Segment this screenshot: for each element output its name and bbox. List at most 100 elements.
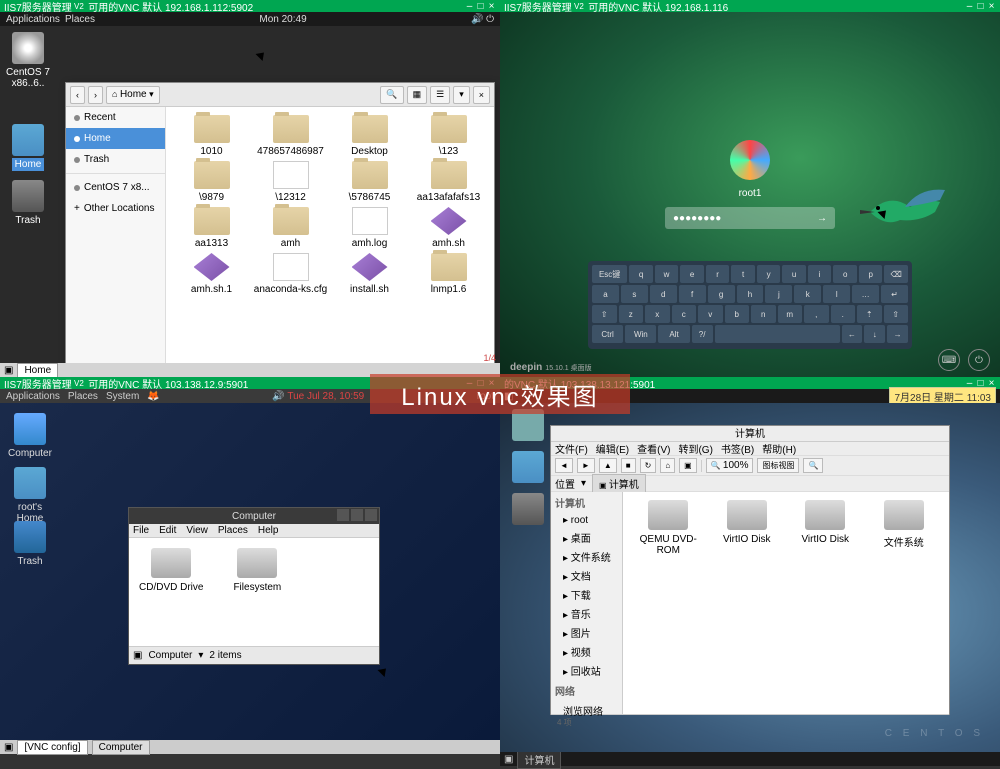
- key[interactable]: o: [833, 265, 857, 283]
- close-btn[interactable]: ×: [987, 2, 996, 11]
- min-btn[interactable]: –: [465, 2, 474, 11]
- max-btn[interactable]: □: [476, 2, 485, 11]
- key[interactable]: h: [737, 285, 764, 303]
- key[interactable]: …: [852, 285, 879, 303]
- key[interactable]: z: [619, 305, 644, 323]
- search-btn[interactable]: 🔍: [803, 458, 823, 473]
- key[interactable]: l: [823, 285, 850, 303]
- desktop-home[interactable]: [506, 451, 550, 486]
- menu-item[interactable]: 查看(V): [637, 441, 670, 456]
- file-item[interactable]: \123: [411, 115, 486, 157]
- power-icon[interactable]: ⏻: [968, 349, 990, 371]
- menu-applications[interactable]: Applications: [6, 14, 60, 25]
- menu-item[interactable]: Help: [258, 525, 279, 536]
- file-item[interactable]: \5786745: [332, 161, 407, 203]
- key[interactable]: ⇧: [592, 305, 617, 323]
- files-close-btn[interactable]: ×: [473, 86, 490, 104]
- sidebar-recent[interactable]: Recent: [66, 107, 165, 128]
- key[interactable]: Esc键: [592, 265, 627, 283]
- file-item[interactable]: install.sh: [332, 253, 407, 295]
- drive-item[interactable]: 文件系统: [867, 500, 942, 556]
- file-item[interactable]: \12312: [253, 161, 328, 203]
- key[interactable]: [715, 325, 840, 343]
- back-btn[interactable]: ◄: [555, 458, 573, 473]
- menu-item[interactable]: 编辑(E): [596, 441, 629, 456]
- volume-icon[interactable]: 🔊: [471, 14, 483, 25]
- sidebar-item[interactable]: ▸ root: [551, 513, 622, 528]
- sidebar-home[interactable]: Home: [66, 128, 165, 149]
- key[interactable]: v: [698, 305, 723, 323]
- sidebar-item[interactable]: ▸ 文档: [551, 566, 622, 585]
- menu-item[interactable]: View: [186, 525, 208, 536]
- drive-item[interactable]: VirtIO Disk: [710, 500, 785, 556]
- max-btn[interactable]: □: [976, 2, 985, 11]
- key[interactable]: b: [725, 305, 750, 323]
- desktop-home-icon[interactable]: Home: [6, 124, 50, 170]
- path-home-btn[interactable]: ⌂ Home ▾: [106, 86, 160, 104]
- win-close-btn[interactable]: [365, 509, 377, 521]
- menu-item[interactable]: Places: [218, 525, 248, 536]
- taskbar-computer[interactable]: Computer: [92, 740, 150, 755]
- desktop-cd-icon[interactable]: CentOS 7 x86..6..: [6, 32, 50, 89]
- cd-dvd-drive[interactable]: CD/DVD Drive: [139, 548, 203, 636]
- sidebar-item[interactable]: ▸ 视频: [551, 642, 622, 661]
- desktop-computer[interactable]: [506, 409, 550, 444]
- menu-applications[interactable]: Applications: [6, 391, 60, 402]
- key[interactable]: ←: [842, 325, 863, 343]
- sidebar-item[interactable]: ▸ 桌面: [551, 528, 622, 547]
- key[interactable]: Alt: [658, 325, 689, 343]
- file-item[interactable]: amh: [253, 207, 328, 249]
- menu-item[interactable]: Edit: [159, 525, 176, 536]
- key[interactable]: Ctrl: [592, 325, 623, 343]
- file-item[interactable]: amh.sh.1: [174, 253, 249, 295]
- menu-item[interactable]: 帮助(H): [762, 441, 796, 456]
- sidebar-item[interactable]: ▸ 文件系统: [551, 547, 622, 566]
- file-item[interactable]: aa1313: [174, 207, 249, 249]
- menu-system[interactable]: System: [106, 391, 139, 402]
- menu-item[interactable]: 文件(F): [555, 441, 588, 456]
- desktop-trash-icon[interactable]: Trash: [8, 521, 52, 567]
- computer-btn[interactable]: ▣: [679, 458, 697, 473]
- key[interactable]: ⇧: [884, 305, 909, 323]
- user-avatar[interactable]: [730, 140, 770, 180]
- desktop-trash-icon[interactable]: Trash: [6, 180, 50, 226]
- min-btn[interactable]: –: [965, 2, 974, 11]
- fwd-btn[interactable]: ›: [88, 86, 103, 104]
- key[interactable]: t: [731, 265, 755, 283]
- key[interactable]: ↵: [881, 285, 908, 303]
- win-min-btn[interactable]: [337, 509, 349, 521]
- file-item[interactable]: \9879: [174, 161, 249, 203]
- file-item[interactable]: lnmp1.6: [411, 253, 486, 295]
- file-item[interactable]: anaconda-ks.cfg: [253, 253, 328, 295]
- key[interactable]: x: [645, 305, 670, 323]
- key[interactable]: y: [757, 265, 781, 283]
- menu-places[interactable]: Places: [65, 14, 95, 25]
- file-item[interactable]: 1010: [174, 115, 249, 157]
- sidebar-item[interactable]: ▸ 音乐: [551, 604, 622, 623]
- desktop-trash[interactable]: [506, 493, 550, 528]
- key[interactable]: ⇡: [857, 305, 882, 323]
- search-btn[interactable]: 🔍: [380, 86, 403, 104]
- menu-item[interactable]: File: [133, 525, 149, 536]
- taskbar-show-desktop[interactable]: ▣: [4, 742, 13, 753]
- file-item[interactable]: amh.log: [332, 207, 407, 249]
- menu-item[interactable]: 书签(B): [721, 441, 754, 456]
- clock[interactable]: Mon 20:49: [95, 14, 471, 25]
- key[interactable]: q: [629, 265, 653, 283]
- desktop-computer-icon[interactable]: Computer: [8, 413, 52, 459]
- key[interactable]: d: [650, 285, 677, 303]
- win-max-btn[interactable]: [351, 509, 363, 521]
- taskbar-show-desktop[interactable]: ▣: [504, 754, 513, 765]
- login-submit-icon[interactable]: →: [817, 213, 827, 224]
- up-btn[interactable]: ▲: [599, 458, 617, 473]
- key[interactable]: r: [706, 265, 730, 283]
- key[interactable]: c: [672, 305, 697, 323]
- close-btn[interactable]: ×: [487, 2, 496, 11]
- key[interactable]: m: [778, 305, 803, 323]
- key[interactable]: n: [751, 305, 776, 323]
- back-btn[interactable]: ‹: [70, 86, 85, 104]
- key[interactable]: .: [831, 305, 856, 323]
- key[interactable]: ,: [804, 305, 829, 323]
- menu-item[interactable]: 转到(G): [678, 441, 712, 456]
- key[interactable]: ?/: [692, 325, 713, 343]
